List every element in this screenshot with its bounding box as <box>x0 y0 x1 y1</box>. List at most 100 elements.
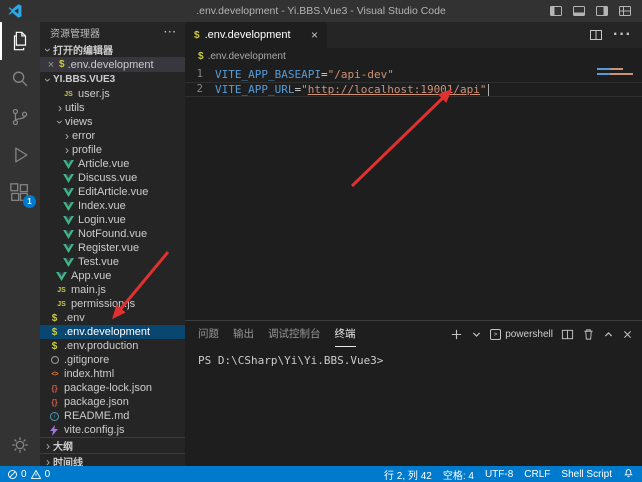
tree-item-Article.vue[interactable]: Article.vue <box>40 157 185 171</box>
terminal-profile-chevron-icon[interactable] <box>471 329 482 340</box>
toggle-sidebar-icon[interactable] <box>549 4 563 18</box>
tree-item-Register.vue[interactable]: Register.vue <box>40 241 185 255</box>
panel-tab-问题[interactable]: 问题 <box>198 321 219 347</box>
new-terminal-icon[interactable] <box>450 328 463 341</box>
minimap[interactable] <box>597 68 633 75</box>
cursor-position-status[interactable]: 行 2, 列 42 <box>384 467 432 482</box>
tree-item-label: EditArticle.vue <box>78 186 148 198</box>
vue-file-icon <box>62 216 75 225</box>
kill-terminal-icon[interactable] <box>582 328 595 341</box>
tree-item-label: package.json <box>64 396 129 408</box>
minimap-line-mark <box>597 73 633 75</box>
tree-item-label: vite.config.js <box>64 424 125 436</box>
breadcrumb[interactable]: $ .env.development <box>185 48 642 64</box>
vue-file-icon <box>62 174 75 183</box>
tree-item-label: Discuss.vue <box>78 172 137 184</box>
language-mode-status[interactable]: Shell Script <box>561 469 612 480</box>
tree-item-label: main.js <box>71 284 106 296</box>
panel-tab-输出[interactable]: 输出 <box>233 321 254 347</box>
tree-item-Index.vue[interactable]: Index.vue <box>40 199 185 213</box>
tree-item-profile[interactable]: ›profile <box>40 143 185 157</box>
eol-status[interactable]: CRLF <box>524 469 550 480</box>
tree-item-index.html[interactable]: <>index.html <box>40 367 185 381</box>
close-panel-icon[interactable] <box>622 329 633 340</box>
tree-item-label: .env.development <box>64 326 150 338</box>
tree-item-EditArticle.vue[interactable]: EditArticle.vue <box>40 185 185 199</box>
customize-layout-icon[interactable] <box>618 4 632 18</box>
window-title: .env.development - Yi.BBS.Vue3 - Visual … <box>0 5 642 17</box>
tree-item-permission.js[interactable]: JSpermission.js <box>40 297 185 311</box>
tree-item-.env.production[interactable]: $.env.production <box>40 339 185 353</box>
notifications-bell-icon[interactable] <box>623 467 634 481</box>
tree-item-README.md[interactable]: iREADME.md <box>40 409 185 423</box>
chevron-down-icon: › <box>43 45 53 55</box>
search-icon[interactable] <box>0 60 40 98</box>
tab-env-development[interactable]: $ .env.development × <box>185 22 327 48</box>
code-editor[interactable]: 1VITE_APP_BASEAPI="/api-dev"2VITE_APP_UR… <box>185 64 642 320</box>
git-file-icon <box>48 355 61 365</box>
tree-item-main.js[interactable]: JSmain.js <box>40 283 185 297</box>
error-count: 0 <box>21 469 27 480</box>
explorer-icon[interactable] <box>0 22 40 60</box>
panel-tab-调试控制台[interactable]: 调试控制台 <box>268 321 321 347</box>
tree-item-Login.vue[interactable]: Login.vue <box>40 213 185 227</box>
chevron-right-icon: › <box>43 457 53 467</box>
outline-section-header[interactable]: › 大纲 <box>40 437 185 453</box>
file-tree: JSuser.js›utils›views›error›profileArtic… <box>40 87 185 437</box>
vue-file-icon <box>62 160 75 169</box>
split-terminal-icon[interactable] <box>561 328 574 341</box>
tree-item-label: Login.vue <box>78 214 126 226</box>
close-icon[interactable]: × <box>311 29 318 41</box>
tree-item-label: error <box>72 130 95 142</box>
tree-item-error[interactable]: ›error <box>40 129 185 143</box>
source-control-icon[interactable] <box>0 98 40 136</box>
vite-file-icon <box>48 425 61 436</box>
text-cursor <box>488 84 489 96</box>
problems-status[interactable]: 0 0 <box>7 469 50 480</box>
warning-count: 0 <box>45 469 51 480</box>
tree-item-user.js[interactable]: JSuser.js <box>40 87 185 101</box>
tree-item-label: NotFound.vue <box>78 228 147 240</box>
run-debug-icon[interactable] <box>0 136 40 174</box>
tree-item-Discuss.vue[interactable]: Discuss.vue <box>40 171 185 185</box>
project-section-header[interactable]: › YI.BBS.VUE3 <box>40 72 185 87</box>
toggle-panel-icon[interactable] <box>572 4 586 18</box>
terminal[interactable]: PS D:\CSharp\Yi\Yi.BBS.Vue3> <box>185 347 642 466</box>
tree-item-utils[interactable]: ›utils <box>40 101 185 115</box>
more-actions-icon[interactable]: ··· <box>164 27 177 38</box>
maximize-panel-icon[interactable] <box>603 329 614 340</box>
tree-item-App.vue[interactable]: App.vue <box>40 269 185 283</box>
tree-item-package-lock.json[interactable]: {}package-lock.json <box>40 381 185 395</box>
tree-item-NotFound.vue[interactable]: NotFound.vue <box>40 227 185 241</box>
encoding-status[interactable]: UTF-8 <box>485 469 513 480</box>
chevron-icon: › <box>62 131 72 141</box>
tree-item-.env[interactable]: $.env <box>40 311 185 325</box>
tree-item-.gitignore[interactable]: .gitignore <box>40 353 185 367</box>
split-editor-icon[interactable] <box>589 28 603 42</box>
vscode-window: .env.development - Yi.BBS.Vue3 - Visual … <box>0 0 642 482</box>
chevron-right-icon: › <box>43 441 53 451</box>
tree-item-.env.development[interactable]: $.env.development <box>40 325 185 339</box>
toggle-secondary-sidebar-icon[interactable] <box>595 4 609 18</box>
tree-item-Test.vue[interactable]: Test.vue <box>40 255 185 269</box>
indentation-status[interactable]: 空格: 4 <box>443 467 474 482</box>
line-number: 2 <box>185 83 215 96</box>
settings-gear-icon[interactable] <box>0 424 40 466</box>
panel-tab-终端[interactable]: 终端 <box>335 321 356 347</box>
tree-item-package.json[interactable]: {}package.json <box>40 395 185 409</box>
tree-item-views[interactable]: ›views <box>40 115 185 129</box>
activity-bar: 1 <box>0 22 40 466</box>
open-editors-section-header[interactable]: › 打开的编辑器 <box>40 42 185 57</box>
close-icon[interactable]: × <box>46 60 56 70</box>
tree-item-label: .env.production <box>64 340 138 352</box>
editor-more-actions-icon[interactable]: ··· <box>613 26 632 44</box>
js-file-icon: JS <box>55 301 68 308</box>
tree-item-vite.config.js[interactable]: vite.config.js <box>40 423 185 437</box>
terminal-tab-powershell[interactable]: > powershell <box>490 329 553 340</box>
chevron-icon: › <box>55 117 65 127</box>
explorer-sidebar: 资源管理器 ··· › 打开的编辑器 × $ .env.development … <box>40 22 185 466</box>
tree-item-label: views <box>65 116 93 128</box>
chevron-icon: › <box>62 145 72 155</box>
open-editor-item[interactable]: × $ .env.development <box>40 57 185 72</box>
extensions-icon[interactable]: 1 <box>0 174 40 212</box>
